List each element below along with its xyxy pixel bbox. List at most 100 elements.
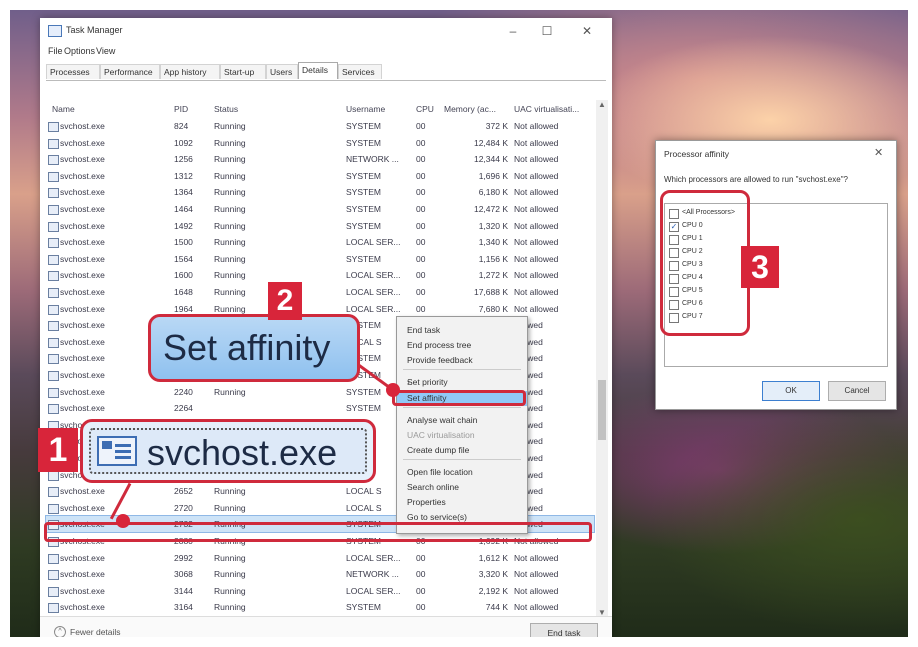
cell-status: Running	[214, 602, 246, 613]
step-1-badge: 1	[38, 428, 78, 472]
cell-status: Running	[214, 502, 246, 513]
table-row[interactable]: svchost.exe 1464 Running SYSTEM 00 12,472 K No…	[46, 201, 594, 217]
cell-uac: Not allowed	[514, 154, 559, 165]
table-row[interactable]: svchost.exe 1256 Running NETWORK ... 00 12,34…	[46, 151, 594, 167]
connector-dot-2	[386, 383, 400, 397]
tab-app-history[interactable]: App history	[160, 64, 220, 79]
menu-item-create-dump-file[interactable]: Create dump file	[397, 443, 527, 458]
window-title: Task Manager	[66, 25, 123, 35]
menu-item-end-task[interactable]: End task	[397, 323, 527, 338]
menu-item-label: End task	[407, 325, 441, 335]
cell-memory: 1,696 K	[478, 170, 508, 181]
tab-start-up[interactable]: Start-up	[220, 64, 266, 79]
menu-view[interactable]: View	[96, 46, 115, 56]
cell-status: Running	[214, 170, 246, 181]
minimize-button[interactable]: –	[498, 22, 528, 40]
cell-memory: 17,688 K	[473, 287, 508, 297]
cell-name: svchost.exe	[60, 170, 105, 181]
cell-name: svchost.exe	[60, 320, 105, 331]
process-icon	[48, 288, 59, 298]
cell-pid: 824	[174, 121, 189, 131]
tab-processes[interactable]: Processes	[46, 64, 100, 79]
scroll-up-icon[interactable]: ▲	[596, 100, 608, 109]
process-icon	[48, 254, 59, 265]
cell-status: Running	[214, 303, 246, 314]
col-uac[interactable]: UAC virtualisati...	[514, 104, 579, 114]
cell-pid: 2240	[174, 386, 193, 397]
menu-item-uac-virtualisation: UAC virtualisation	[397, 428, 527, 443]
zoom-set-affinity-label: Set affinity	[163, 327, 331, 368]
col-pid[interactable]: PID	[174, 104, 188, 114]
process-icon	[48, 205, 59, 215]
frame-border	[908, 0, 918, 647]
table-row[interactable]: svchost.exe 1364 Running SYSTEM 00 6,180 K Not…	[46, 184, 594, 200]
fewer-details-link[interactable]: Fewer details	[70, 627, 121, 637]
menu-separator	[403, 407, 521, 408]
menu-item-open-file-location[interactable]: Open file location	[397, 465, 527, 480]
cell-cpu: 00	[416, 569, 426, 580]
menu-item-set-priority[interactable]: Set priority ›	[397, 375, 527, 390]
cell-username: LOCAL SER...	[346, 270, 401, 281]
tab-details[interactable]: Details	[298, 62, 338, 79]
maximize-button[interactable]: ☐	[532, 22, 562, 40]
cell-uac: Not allowed	[514, 569, 559, 580]
tab-performance[interactable]: Performance	[100, 64, 160, 79]
table-row[interactable]: svchost.exe 3068 Running NETWORK ... 00 3,320…	[46, 566, 594, 582]
cell-pid: 1964	[174, 303, 193, 314]
table-row[interactable]: svchost.exe 1600 Running LOCAL SER... 00 1,27…	[46, 267, 594, 283]
table-row[interactable]: svchost.exe 1500 Running LOCAL SER... 00 1,34…	[46, 234, 594, 250]
menu-item-provide-feedback[interactable]: Provide feedback	[397, 353, 527, 368]
cell-memory: 744 K	[485, 602, 508, 613]
table-row[interactable]: svchost.exe 1092 Running SYSTEM 00 12,484 K No…	[46, 135, 594, 151]
menu-item-analyse-wait-chain[interactable]: Analyse wait chain	[397, 413, 527, 428]
cell-name: svchost.exe	[60, 253, 105, 264]
cell-memory: 1,340 K	[478, 237, 508, 248]
cell-username: LOCAL SER...	[346, 303, 401, 314]
cell-status: Running	[214, 569, 246, 580]
cell-uac: Not allowed	[514, 121, 559, 131]
cell-name: svchost.exe	[60, 486, 105, 497]
process-icon	[48, 238, 59, 249]
table-row[interactable]: svchost.exe 1492 Running SYSTEM 00 1,320 K Not…	[46, 218, 594, 234]
table-row[interactable]: svchost.exe 1564 Running SYSTEM 00 1,156 K Not…	[46, 251, 594, 267]
col-name[interactable]: Name	[52, 104, 75, 114]
table-row[interactable]: svchost.exe 824 Running SYSTEM 00 372 K Not al…	[46, 118, 594, 134]
cell-username: SYSTEM	[346, 602, 381, 613]
table-row[interactable]: svchost.exe 3164 Running SYSTEM 00 744 K Not a…	[46, 599, 594, 615]
process-icon	[48, 603, 59, 614]
cell-name: svchost.exe	[60, 336, 105, 347]
col-status[interactable]: Status	[214, 104, 238, 114]
col-username[interactable]: Username	[346, 104, 385, 114]
col-cpu[interactable]: CPU	[416, 104, 434, 114]
tab-users[interactable]: Users	[266, 64, 298, 79]
menu-options[interactable]: Options	[64, 46, 95, 56]
cell-cpu: 00	[416, 187, 426, 198]
process-icon	[48, 553, 59, 564]
cell-name: svchost.exe	[60, 602, 105, 613]
vertical-scrollbar[interactable]: ▲ ▼	[596, 100, 608, 620]
menu-item-properties[interactable]: Properties	[397, 495, 527, 510]
table-row[interactable]: svchost.exe 3144 Running LOCAL SER... 00 2,19…	[46, 583, 594, 599]
cell-status: Running	[214, 486, 246, 497]
cell-name: svchost.exe	[60, 403, 105, 414]
cell-username: SYSTEM	[346, 220, 381, 231]
menu-item-label: Properties	[407, 497, 446, 507]
tab-services[interactable]: Services	[338, 64, 382, 79]
menu-item-label: UAC virtualisation	[407, 430, 475, 440]
process-icon	[48, 470, 59, 481]
col-memory[interactable]: Memory (ac...	[444, 104, 496, 114]
table-row[interactable]: svchost.exe 2992 Running LOCAL SER... 00 1,61…	[46, 550, 594, 566]
title-bar[interactable]: Task Manager – ☐ ✕	[40, 18, 612, 44]
cancel-button[interactable]: Cancel	[828, 381, 886, 401]
menu-file[interactable]: File	[48, 46, 63, 56]
menu-item-search-online[interactable]: Search online	[397, 480, 527, 495]
scroll-thumb[interactable]	[598, 380, 606, 440]
table-row[interactable]: svchost.exe 1312 Running SYSTEM 00 1,696 K Not…	[46, 168, 594, 184]
cell-username: LOCAL SER...	[346, 237, 401, 248]
dialog-close-icon[interactable]: ✕	[874, 146, 883, 159]
cell-name: svchost.exe	[60, 502, 105, 513]
close-button[interactable]: ✕	[572, 22, 602, 40]
table-row[interactable]: svchost.exe 1648 Running LOCAL SER... 00 17,6…	[46, 284, 594, 300]
ok-button[interactable]: OK	[762, 381, 820, 401]
menu-item-end-process-tree[interactable]: End process tree	[397, 338, 527, 353]
